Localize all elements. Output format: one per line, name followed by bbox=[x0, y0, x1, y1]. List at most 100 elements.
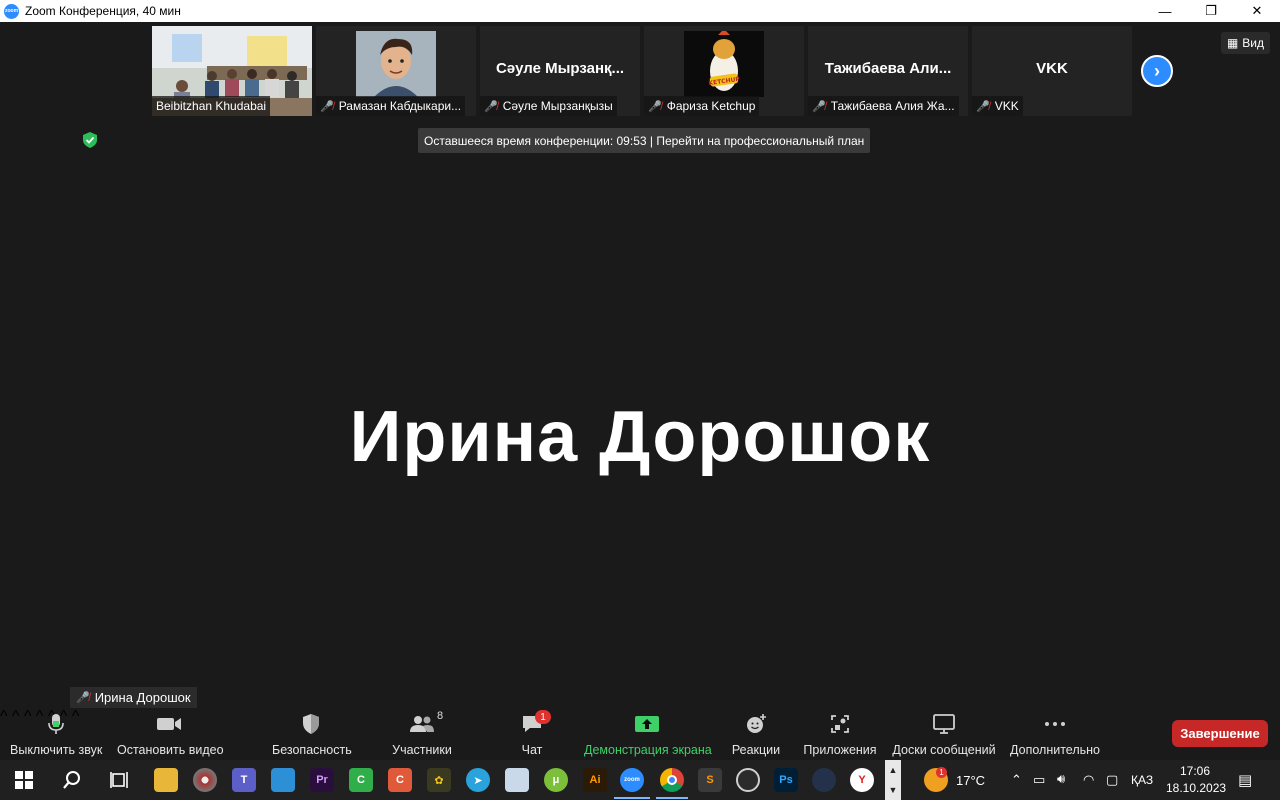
taskbar-scroll-arrows[interactable]: ▲ ▼ bbox=[885, 760, 901, 800]
file-explorer-icon[interactable] bbox=[154, 768, 178, 792]
participant-name-bar: 🎤̸ Тажибаева Алия Жа... bbox=[808, 96, 959, 116]
premiere-icon[interactable]: Pr bbox=[310, 768, 334, 792]
microphone-icon bbox=[10, 712, 102, 736]
apps-button[interactable]: Приложения bbox=[803, 712, 877, 758]
participant-name-bar: Beibitzhan Khudabai bbox=[152, 96, 271, 116]
clock-date: 18.10.2023 bbox=[1166, 781, 1227, 795]
next-page-arrow-icon[interactable]: › bbox=[1141, 55, 1173, 87]
participant-display-name: VKK bbox=[1036, 60, 1068, 77]
apps-icon bbox=[803, 712, 877, 736]
whiteboards-button[interactable]: Доски сообщений bbox=[892, 712, 996, 758]
zoom-app-icon: zoom bbox=[4, 3, 19, 19]
input-language[interactable]: ҚАЗ bbox=[1131, 773, 1153, 787]
dvd-icon[interactable] bbox=[193, 768, 217, 792]
audio-options-caret-icon[interactable]: ^ bbox=[0, 708, 8, 725]
participant-avatar-logo: KETCHUP bbox=[684, 31, 764, 97]
participant-tile[interactable]: Сәуле Мырзанқ... 🎤̸ Сәуле Мырзанқызы bbox=[480, 26, 640, 116]
participants-strip: Beibitzhan Khudabai 🎤̸ Рамазан Кабдыкари… bbox=[152, 26, 1132, 116]
end-meeting-button[interactable]: Завершение bbox=[1172, 720, 1268, 747]
window-controls: — ❐ ✕ bbox=[1142, 0, 1280, 22]
security-shield-icon bbox=[272, 712, 350, 736]
tray-expand-chevron-icon[interactable]: ⌃ bbox=[1011, 772, 1022, 788]
participant-name: Сәуле Мырзанқызы bbox=[502, 99, 613, 113]
screen-recorder-icon[interactable]: C bbox=[388, 768, 412, 792]
volume-icon[interactable]: 🔊︎ bbox=[1057, 771, 1065, 787]
participant-tile[interactable]: VKK 🎤̸ VKK bbox=[972, 26, 1132, 116]
security-label: Безопасность bbox=[272, 743, 352, 757]
sublime-icon-text: S bbox=[706, 774, 714, 786]
teams-icon-text: T bbox=[240, 774, 248, 786]
remaining-time-notice[interactable]: Оставшееся время конференции: 09:53 | Пе… bbox=[418, 128, 871, 153]
weather-badge: 1 bbox=[936, 767, 947, 778]
camtasia-icon[interactable]: C bbox=[349, 768, 373, 792]
zoom-taskbar-icon[interactable]: zoom bbox=[620, 768, 644, 792]
participant-name: Тажибаева Алия Жа... bbox=[830, 99, 955, 113]
encryption-shield-icon[interactable] bbox=[80, 130, 100, 150]
yandex-icon[interactable]: Y bbox=[850, 768, 874, 792]
video-label: Остановить видео bbox=[117, 743, 224, 757]
premiere-icon-text: Pr bbox=[316, 774, 328, 786]
map-app-icon[interactable] bbox=[505, 768, 529, 792]
close-button[interactable]: ✕ bbox=[1234, 0, 1280, 22]
illustrator-icon-text: Ai bbox=[589, 774, 601, 786]
mic-muted-icon: 🎤̸ bbox=[484, 100, 498, 113]
minimize-button[interactable]: — bbox=[1142, 0, 1188, 22]
zoom-active-indicator bbox=[614, 797, 650, 799]
participants-icon bbox=[391, 712, 453, 736]
view-button[interactable]: ▦ Вид bbox=[1220, 32, 1270, 54]
mic-muted-icon: 🎤̸ bbox=[976, 100, 990, 113]
wifi-icon[interactable]: ◠ bbox=[1083, 772, 1094, 788]
telegram-icon[interactable]: ➤ bbox=[466, 768, 490, 792]
task-view-icon[interactable] bbox=[108, 768, 132, 792]
security-button[interactable]: Безопасность bbox=[272, 712, 352, 758]
share-screen-button[interactable]: Демонстрация экрана bbox=[584, 712, 712, 758]
share-screen-icon bbox=[584, 712, 710, 736]
chrome-icon[interactable] bbox=[660, 768, 684, 792]
participant-display-name: Сәуле Мырзанқ... bbox=[495, 60, 625, 77]
participant-name: Фариза Ketchup bbox=[666, 99, 756, 113]
camera-app-icon[interactable] bbox=[812, 768, 836, 792]
participant-name-bar: 🎤̸ Сәуле Мырзанқызы bbox=[480, 96, 617, 116]
stop-video-button[interactable]: Остановить видео bbox=[117, 712, 224, 758]
notifications-icon[interactable]: ▤ bbox=[1238, 771, 1252, 789]
chat-button[interactable]: 1 Чат bbox=[515, 710, 551, 758]
battery-icon[interactable]: ▭ bbox=[1033, 772, 1045, 788]
apps-label: Приложения bbox=[803, 743, 877, 757]
zoom-icon-text: zoom bbox=[624, 777, 640, 783]
obs-icon[interactable] bbox=[736, 768, 760, 792]
chrome-active-indicator bbox=[656, 797, 688, 799]
video-camera-icon bbox=[117, 712, 221, 736]
restore-button[interactable]: ❐ bbox=[1188, 0, 1234, 22]
more-button[interactable]: Дополнительно bbox=[1010, 712, 1100, 758]
participant-name-bar: 🎤̸ Рамазан Кабдыкари... bbox=[316, 96, 466, 116]
participant-tile[interactable]: Тажибаева Али... 🎤̸ Тажибаева Алия Жа... bbox=[808, 26, 968, 116]
windows-start-icon[interactable] bbox=[12, 768, 36, 792]
meeting-toolbar: Выключить звук ^ Остановить видео ^ Безо… bbox=[0, 708, 1280, 760]
utorrent-icon[interactable]: μ bbox=[544, 768, 568, 792]
clock[interactable]: 17:06 18.10.2023 bbox=[1166, 764, 1227, 795]
active-speaker-name: Ирина Дорошок bbox=[349, 397, 931, 477]
utorrent-glyph: μ bbox=[552, 774, 560, 786]
mute-button[interactable]: Выключить звук bbox=[10, 712, 102, 758]
sublime-icon[interactable]: S bbox=[698, 768, 722, 792]
participant-tile[interactable]: Beibitzhan Khudabai bbox=[152, 26, 312, 116]
participant-name-bar: 🎤̸ Фариза Ketchup bbox=[644, 96, 760, 116]
meet-now-icon[interactable]: ▢ bbox=[1106, 772, 1118, 788]
pineapple-app-icon[interactable]: ✿ bbox=[427, 768, 451, 792]
search-icon[interactable] bbox=[60, 768, 84, 792]
telegram-plane-glyph: ➤ bbox=[473, 774, 483, 787]
participant-tile[interactable]: KETCHUP 🎤̸ Фариза Ketchup bbox=[644, 26, 804, 116]
chrome-center bbox=[667, 775, 677, 785]
photoshop-icon[interactable]: Ps bbox=[774, 768, 798, 792]
illustrator-icon[interactable]: Ai bbox=[583, 768, 607, 792]
weather-temperature[interactable]: 17°C bbox=[956, 773, 985, 788]
reactions-button[interactable]: Реакции bbox=[730, 712, 782, 758]
view-label: Вид bbox=[1242, 36, 1264, 50]
photoshop-icon-text: Ps bbox=[779, 774, 793, 786]
participant-name: Рамазан Кабдыкари... bbox=[338, 99, 462, 113]
files-icon[interactable] bbox=[271, 768, 295, 792]
participant-tile[interactable]: 🎤̸ Рамазан Кабдыкари... bbox=[316, 26, 476, 116]
teams-icon[interactable]: T bbox=[232, 768, 256, 792]
remaining-time-text: Оставшееся время конференции: 09:53 | Пе… bbox=[424, 133, 865, 148]
participants-button[interactable]: 8 Участники bbox=[391, 710, 453, 758]
